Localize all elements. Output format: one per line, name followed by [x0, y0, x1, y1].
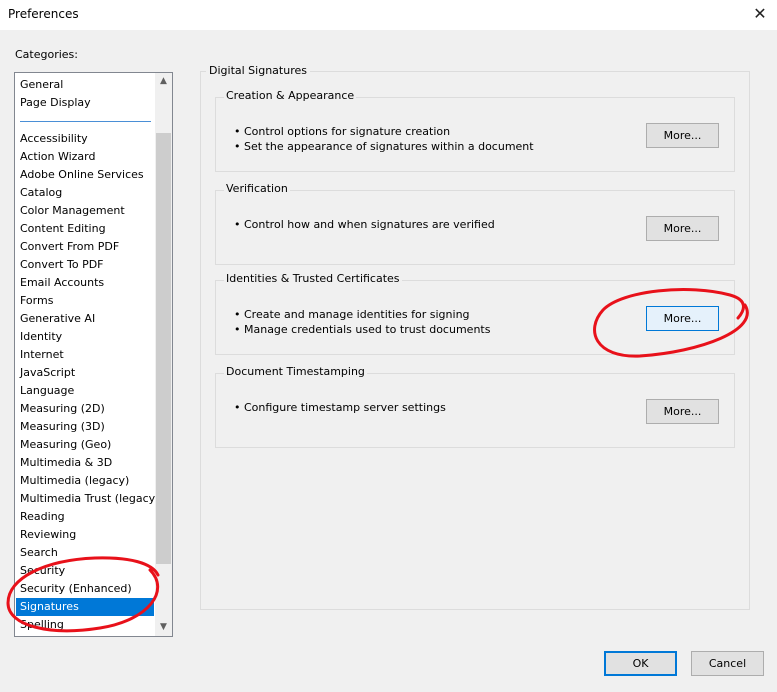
scrollbar-thumb[interactable]: [156, 133, 171, 564]
group-identities-certificates: Identities & Trusted Certificates • Crea…: [215, 272, 735, 355]
group-creation-appearance: Creation & Appearance • Control options …: [215, 89, 735, 172]
category-search[interactable]: Search: [16, 544, 154, 562]
bullet: • Manage credentials used to trust docum…: [234, 323, 491, 336]
category-page-display[interactable]: Page Display: [16, 94, 154, 112]
identities-more-button[interactable]: More...: [646, 306, 719, 331]
group-verification: Verification • Control how and when sign…: [215, 182, 735, 265]
category-action-wizard[interactable]: Action Wizard: [16, 148, 154, 166]
scroll-up-button[interactable]: ▲: [155, 73, 172, 90]
category-signatures[interactable]: Signatures: [16, 598, 154, 616]
group-title: Verification: [224, 182, 290, 195]
category-multimedia-3d[interactable]: Multimedia & 3D: [16, 454, 154, 472]
category-forms[interactable]: Forms: [16, 292, 154, 310]
category-generative-ai[interactable]: Generative AI: [16, 310, 154, 328]
category-accessibility[interactable]: Accessibility: [16, 130, 154, 148]
bullet: • Control how and when signatures are ve…: [234, 218, 495, 231]
ok-button[interactable]: OK: [604, 651, 677, 676]
categories-label: Categories:: [15, 48, 78, 61]
category-language[interactable]: Language: [16, 382, 154, 400]
category-multimedia-trust-legacy[interactable]: Multimedia Trust (legacy): [16, 490, 159, 508]
window-title: Preferences: [8, 7, 79, 21]
category-convert-from-pdf[interactable]: Convert From PDF: [16, 238, 154, 256]
chevron-down-icon: ▼: [160, 622, 167, 632]
category-measuring-3d[interactable]: Measuring (3D): [16, 418, 154, 436]
group-title: Creation & Appearance: [224, 89, 357, 102]
verification-more-button[interactable]: More...: [646, 216, 719, 241]
close-button[interactable]: ✕: [743, 0, 777, 30]
category-email-accounts[interactable]: Email Accounts: [16, 274, 154, 292]
categories-scrollbar[interactable]: ▲ ▼: [155, 73, 172, 636]
bullet: • Set the appearance of signatures withi…: [234, 140, 534, 153]
group-title: Identities & Trusted Certificates: [224, 272, 402, 285]
chevron-up-icon: ▲: [160, 76, 167, 86]
bullet: • Configure timestamp server settings: [234, 401, 446, 414]
category-reviewing[interactable]: Reviewing: [16, 526, 154, 544]
group-title: Document Timestamping: [224, 365, 367, 378]
category-identity[interactable]: Identity: [16, 328, 154, 346]
creation-more-button[interactable]: More...: [646, 123, 719, 148]
bullet: • Control options for signature creation: [234, 125, 451, 138]
category-spelling[interactable]: Spelling: [16, 616, 154, 634]
category-adobe-online-services[interactable]: Adobe Online Services: [16, 166, 154, 184]
timestamping-more-button[interactable]: More...: [646, 399, 719, 424]
category-measuring-2d[interactable]: Measuring (2D): [16, 400, 154, 418]
category-catalog[interactable]: Catalog: [16, 184, 154, 202]
category-separator: [20, 121, 151, 122]
category-security[interactable]: Security: [16, 562, 154, 580]
category-measuring-geo[interactable]: Measuring (Geo): [16, 436, 154, 454]
category-multimedia-legacy[interactable]: Multimedia (legacy): [16, 472, 154, 490]
close-icon: ✕: [753, 4, 767, 23]
category-internet[interactable]: Internet: [16, 346, 154, 364]
group-description: • Create and manage identities for signi…: [234, 307, 490, 337]
category-reading[interactable]: Reading: [16, 508, 154, 526]
cancel-button[interactable]: Cancel: [691, 651, 764, 676]
section-title: Digital Signatures: [206, 64, 310, 77]
categories-list[interactable]: General Page Display Accessibility Actio…: [14, 72, 173, 637]
group-description: • Control how and when signatures are ve…: [234, 217, 495, 232]
category-security-enhanced[interactable]: Security (Enhanced): [16, 580, 154, 598]
category-javascript[interactable]: JavaScript: [16, 364, 154, 382]
category-content-editing[interactable]: Content Editing: [16, 220, 154, 238]
category-general[interactable]: General: [16, 76, 154, 94]
scroll-down-button[interactable]: ▼: [155, 619, 172, 636]
category-color-management[interactable]: Color Management: [16, 202, 154, 220]
group-document-timestamping: Document Timestamping • Configure timest…: [215, 365, 735, 448]
bullet: • Create and manage identities for signi…: [234, 308, 470, 321]
category-convert-to-pdf[interactable]: Convert To PDF: [16, 256, 154, 274]
title-bar: Preferences ✕: [0, 0, 777, 30]
group-description: • Configure timestamp server settings: [234, 400, 446, 415]
group-description: • Control options for signature creation…: [234, 124, 534, 154]
